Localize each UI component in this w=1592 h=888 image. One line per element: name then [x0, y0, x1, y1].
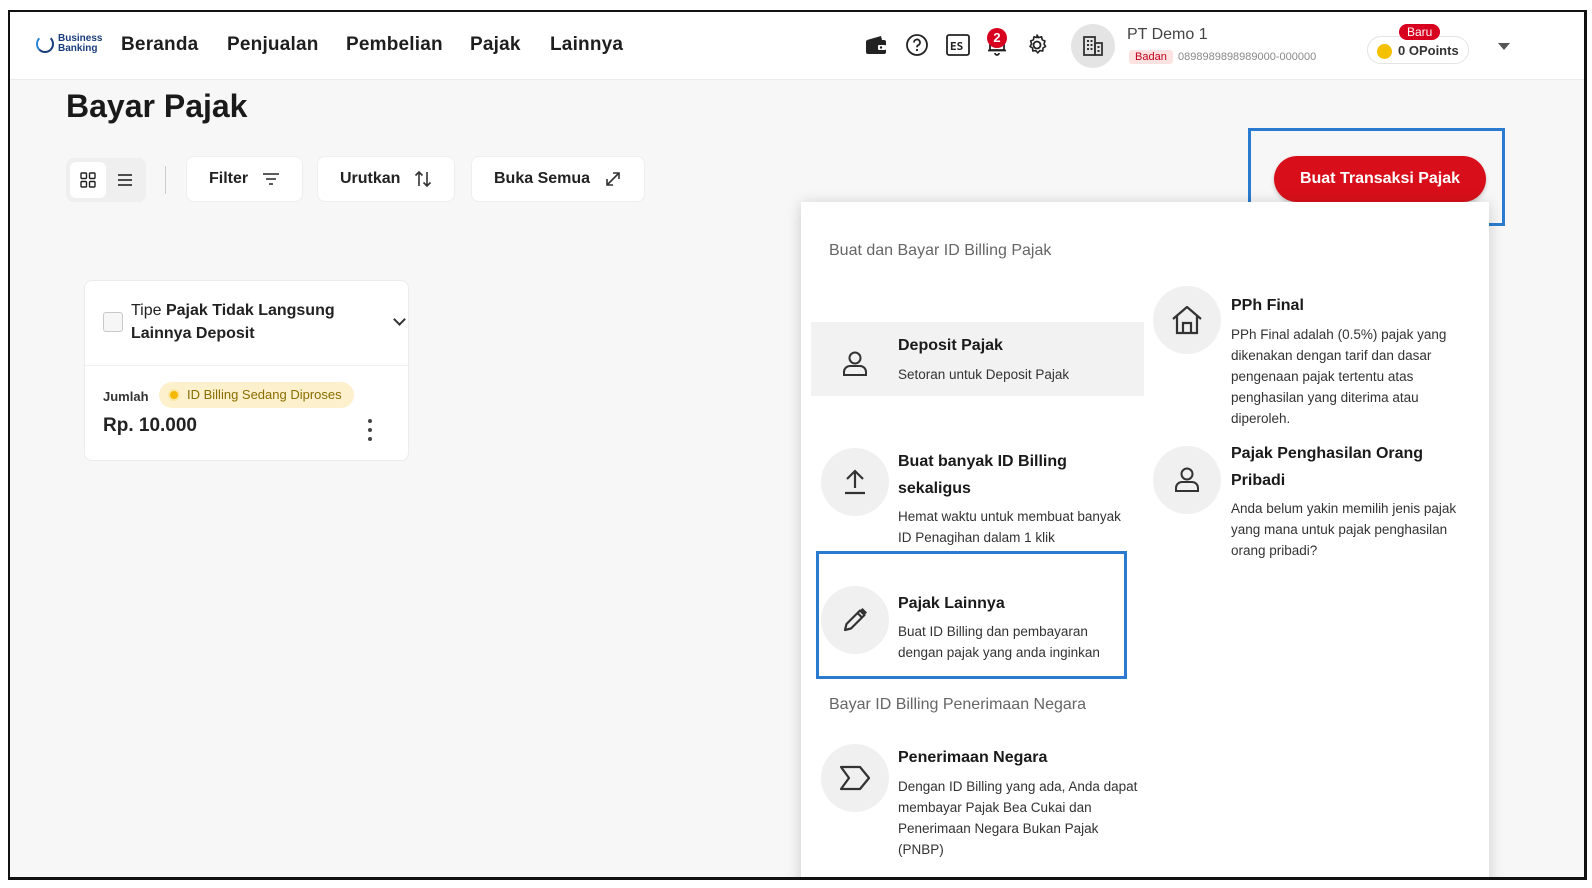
list-view-icon[interactable] [108, 162, 142, 198]
more-options-icon[interactable] [367, 419, 373, 441]
menu-item-deposit-pajak[interactable]: Deposit Pajak Setoran untuk Deposit Paja… [811, 322, 1144, 396]
sort-arrows-icon [414, 170, 432, 188]
nav-item-beranda[interactable]: Beranda [121, 34, 198, 56]
notification-count-badge: 2 [987, 28, 1007, 48]
settings-gear-icon[interactable] [1024, 32, 1050, 58]
filter-label: Filter [209, 170, 249, 187]
menu-item-pph-orang-pribadi[interactable]: Pajak Penghasilan Orang Pribadi Anda bel… [1151, 440, 1481, 570]
processing-icon [168, 389, 180, 401]
nav-item-lainnya[interactable]: Lainnya [550, 34, 623, 56]
toolbar-divider [165, 166, 166, 194]
card-checkbox[interactable] [103, 312, 123, 332]
brand-logo[interactable]: Business Banking [36, 34, 102, 54]
points-button[interactable]: 0 OPoints [1367, 36, 1469, 64]
help-icon[interactable] [904, 32, 930, 58]
amount-value: Rp. 10.000 [103, 415, 197, 436]
account-dropdown-caret-icon[interactable] [1498, 43, 1510, 50]
building-icon [1083, 36, 1103, 56]
nav-item-penjualan[interactable]: Penjualan [227, 34, 319, 56]
app-window: Business Banking Beranda Penjualan Pembe… [8, 10, 1587, 880]
arrow-tag-icon [821, 744, 889, 812]
amount-label: Jumlah [103, 389, 149, 404]
company-type-badge: Badan [1129, 50, 1173, 64]
chevron-down-icon[interactable] [393, 313, 406, 326]
points-label: 0 OPoints [1398, 43, 1459, 58]
grid-view-icon[interactable] [70, 162, 106, 198]
e-statement-icon[interactable]: ES [945, 32, 971, 58]
nav-item-pajak[interactable]: Pajak [470, 34, 521, 56]
nav-item-pembelian[interactable]: Pembelian [346, 34, 443, 56]
page-title: Bayar Pajak [66, 88, 248, 124]
card-title: Tipe Pajak Tidak Langsung Lainnya Deposi… [131, 302, 335, 342]
sort-label: Urutkan [340, 170, 401, 187]
filter-icon [262, 172, 280, 186]
person-icon [1153, 446, 1221, 514]
upload-icon [821, 448, 889, 516]
sort-button[interactable]: Urutkan [317, 156, 456, 202]
menu-item-pph-final[interactable]: PPh Final PPh Final adalah (0.5%) pajak … [1151, 284, 1481, 426]
highlight-pajak-lainnya [816, 551, 1127, 679]
open-all-button[interactable]: Buka Semua [471, 156, 646, 202]
filter-button[interactable]: Filter [186, 156, 304, 202]
top-navbar: Business Banking Beranda Penjualan Pembe… [10, 12, 1584, 80]
person-icon [821, 330, 889, 398]
expand-icon [604, 170, 622, 188]
company-name[interactable]: PT Demo 1 [1127, 26, 1208, 44]
company-id: 0898989898989000-000000 [1178, 51, 1317, 63]
svg-text:ES: ES [950, 40, 963, 53]
tax-transaction-card[interactable]: Tipe Pajak Tidak Langsung Lainnya Deposi… [84, 280, 409, 461]
section-state-revenue: Bayar ID Billing Penerimaan Negara [829, 696, 1087, 713]
open-all-label: Buka Semua [494, 170, 591, 187]
menu-item-penerimaan-negara[interactable]: Penerimaan Negara Dengan ID Billing yang… [819, 738, 1149, 868]
points-new-badge: Baru [1399, 24, 1441, 40]
section-create-billing: Buat dan Bayar ID Billing Pajak [829, 242, 1052, 259]
create-transaction-menu: Buat dan Bayar ID Billing Pajak Deposit … [801, 202, 1489, 877]
company-avatar[interactable] [1071, 24, 1115, 68]
card-header[interactable]: Tipe Pajak Tidak Langsung Lainnya Deposi… [85, 281, 408, 366]
coin-icon [1377, 44, 1392, 59]
home-icon [1153, 286, 1221, 354]
wallet-icon[interactable] [863, 32, 889, 58]
logo-line-2: Banking [58, 43, 98, 54]
status-badge: ID Billing Sedang Diproses [159, 382, 354, 408]
menu-item-bulk-billing[interactable]: Buat banyak ID Billing sekaligus Hemat w… [819, 440, 1149, 560]
logo-swirl-icon [36, 35, 54, 53]
view-toggle [66, 158, 146, 202]
